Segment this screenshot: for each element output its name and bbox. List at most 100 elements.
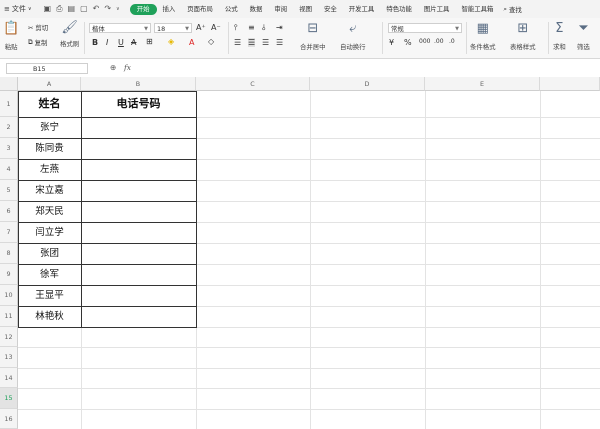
customize-icon[interactable]: ∨ (116, 4, 120, 14)
menu-bar: ≡ 文件 ∨ ▣ ⎙ ▤ ▢ ↶ ↷ ∨ 开始 插入 页面布局 公式 数据 审阅… (0, 0, 600, 18)
column-header-e[interactable]: E (425, 77, 540, 91)
fx-icon[interactable]: fx (124, 63, 131, 72)
row-header-10[interactable]: 10 (0, 285, 18, 306)
align-middle-icon[interactable]: ≡ (248, 23, 255, 32)
table-border (81, 91, 82, 328)
row-header-16[interactable]: 16 (0, 409, 18, 429)
tab-security[interactable]: 安全 (318, 0, 343, 18)
row-header-2[interactable]: 2 (0, 117, 18, 138)
increase-font-icon[interactable]: A⁺ (196, 23, 206, 32)
cell-b1[interactable]: 电话号码 (81, 91, 196, 117)
redo-icon[interactable]: ↷ (104, 4, 111, 14)
row-header-11[interactable]: 11 (0, 306, 18, 327)
row-header-3[interactable]: 3 (0, 138, 18, 159)
print-icon[interactable]: ▤ (68, 4, 76, 14)
cell-a7[interactable]: 闫立学 (18, 222, 81, 243)
increase-decimal-icon[interactable]: .00 (434, 38, 444, 45)
decrease-font-icon[interactable]: A⁻ (211, 23, 221, 32)
tab-home[interactable]: 开始 (129, 3, 157, 15)
row-header-9[interactable]: 9 (0, 264, 18, 285)
copy-button[interactable]: ⧉ 复制 (28, 38, 47, 47)
column-header-c[interactable]: C (196, 77, 310, 91)
row-header-13[interactable]: 13 (0, 347, 18, 368)
cell-a6[interactable]: 郑天民 (18, 201, 81, 222)
strikethrough-button[interactable]: A (131, 38, 136, 47)
cut-button[interactable]: ✂ 剪切 (28, 23, 48, 33)
merge-center-button[interactable]: ⊟ 合并居中 (300, 22, 326, 52)
clear-format-icon[interactable]: ◇ (208, 37, 214, 46)
tab-review[interactable]: 审阅 (268, 0, 293, 18)
zoom-icon[interactable]: ⊕ (110, 63, 116, 72)
wrap-text-button[interactable]: ⤶ 自动换行 (340, 22, 366, 52)
tab-view[interactable]: 视图 (293, 0, 318, 18)
column-header-f[interactable] (540, 77, 600, 91)
formula-input[interactable] (140, 63, 596, 74)
decrease-decimal-icon[interactable]: .0 (449, 38, 455, 45)
tab-data[interactable]: 数据 (244, 0, 269, 18)
cell-a2[interactable]: 张宁 (18, 117, 81, 138)
name-box[interactable]: B15 (6, 63, 88, 74)
column-header-b[interactable]: B (81, 77, 196, 91)
select-all-corner[interactable] (0, 77, 18, 91)
format-painter-button[interactable]: 🖌 格式刷 (60, 21, 79, 49)
tab-smart-toolbox[interactable]: 智能工具箱 (455, 0, 499, 18)
paste-button[interactable]: 📋 粘贴 (3, 22, 19, 52)
cell-a11[interactable]: 林艳秋 (18, 306, 81, 327)
row-header-8[interactable]: 8 (0, 243, 18, 264)
file-menu[interactable]: ≡ 文件 ∨ (4, 4, 32, 14)
undo-icon[interactable]: ↶ (93, 4, 100, 14)
align-top-icon[interactable]: ⫯ (234, 23, 237, 33)
font-name-value: 楷体 (92, 25, 105, 33)
borders-icon[interactable]: ⊞ (146, 37, 153, 46)
row-header-6[interactable]: 6 (0, 201, 18, 222)
row-header-5[interactable]: 5 (0, 180, 18, 201)
print-preview-icon[interactable]: ⎙ (56, 4, 62, 14)
percent-icon[interactable]: % (404, 38, 412, 47)
cell-a1[interactable]: 姓名 (18, 91, 81, 117)
tab-formulas[interactable]: 公式 (219, 0, 244, 18)
row-header-14[interactable]: 14 (0, 368, 18, 388)
align-left-icon[interactable]: ☰ (234, 38, 241, 47)
column-header-d[interactable]: D (310, 77, 425, 91)
font-size-select[interactable]: 18 ▼ (154, 23, 192, 33)
fill-color-icon[interactable]: ◈ (168, 37, 174, 46)
cell-a10[interactable]: 王显平 (18, 285, 81, 306)
tab-page-layout[interactable]: 页面布局 (181, 0, 219, 18)
sum-button[interactable]: Σ 求和 (553, 22, 566, 52)
cell-a9[interactable]: 徐军 (18, 264, 81, 285)
italic-button[interactable]: I (106, 38, 108, 47)
cell-a5[interactable]: 宋立嘉 (18, 180, 81, 201)
cell-a8[interactable]: 张团 (18, 243, 81, 264)
export-icon[interactable]: ▢ (80, 4, 88, 14)
cell-a4[interactable]: 左燕 (18, 159, 81, 180)
indent-icon[interactable]: ⇥ (276, 23, 283, 32)
row-header-12[interactable]: 12 (0, 327, 18, 347)
tab-developer[interactable]: 开发工具 (343, 0, 381, 18)
tab-picture-tools[interactable]: 图片工具 (418, 0, 456, 18)
search-button[interactable]: ⌕ 查找 (503, 5, 521, 14)
align-center-icon[interactable]: ☰ (248, 38, 256, 47)
hamburger-icon: ≡ (4, 5, 10, 13)
tab-insert[interactable]: 插入 (157, 0, 182, 18)
save-icon[interactable]: ▣ (44, 4, 52, 14)
row-header-1[interactable]: 1 (0, 91, 18, 117)
justify-icon[interactable]: ☰ (276, 38, 283, 47)
font-name-select[interactable]: 楷体 ▼ (89, 23, 151, 33)
row-header-4[interactable]: 4 (0, 159, 18, 180)
bold-button[interactable]: B (92, 38, 98, 47)
currency-icon[interactable]: ¥ (389, 38, 394, 47)
tab-special-features[interactable]: 特色功能 (380, 0, 418, 18)
font-color-icon[interactable]: A (189, 38, 194, 47)
align-bottom-icon[interactable]: ⫰ (262, 23, 265, 33)
align-right-icon[interactable]: ☰ (262, 38, 269, 47)
column-header-a[interactable]: A (18, 77, 81, 91)
row-header-7[interactable]: 7 (0, 222, 18, 243)
row-header-15[interactable]: 15 (0, 388, 18, 409)
filter-button[interactable]: ⏷ 筛选 (577, 22, 590, 52)
table-style-button[interactable]: ⊞ 表格样式 (510, 22, 536, 52)
number-format-select[interactable]: 常规 ▼ (388, 23, 462, 33)
thousands-icon[interactable]: 000 (419, 38, 430, 45)
cell-a3[interactable]: 陈同贵 (18, 138, 81, 159)
conditional-format-button[interactable]: ▦ 条件格式 (470, 22, 496, 52)
underline-button[interactable]: U (118, 38, 124, 47)
